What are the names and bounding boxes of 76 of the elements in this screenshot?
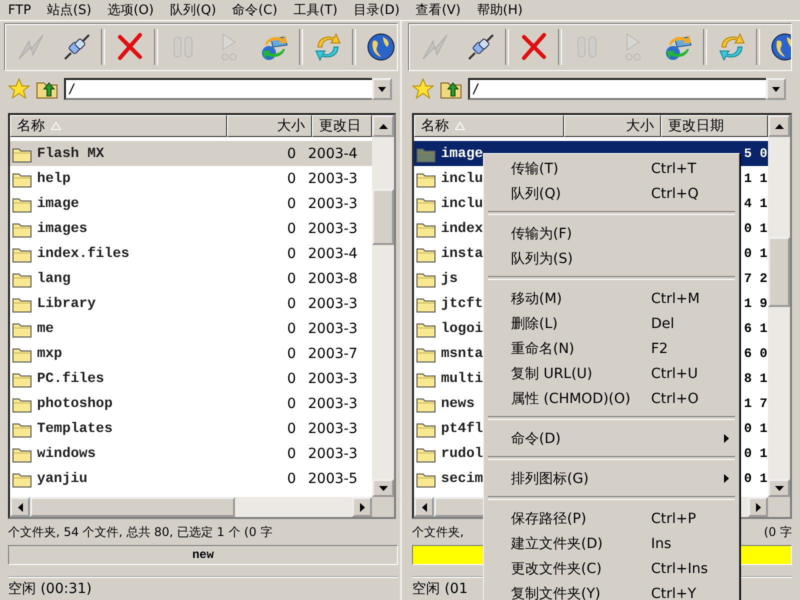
file-name: multi [440,370,484,386]
date-cell: 0 1 [744,471,768,486]
date-cell: 6 0 [744,346,768,361]
date-cell: 6 1 [744,321,768,336]
date-cell-text: 2003-3 [307,196,359,212]
file-name: insta [440,246,484,262]
date-cell-text: 2003-3 [307,296,359,312]
file-name: jtcft [440,296,484,312]
date-cell: 1 1 [744,171,768,186]
date-cell: 0 1 [744,221,768,236]
file-name: rudol [440,446,484,462]
file-name: news [440,396,476,412]
file-name: me [36,320,55,336]
file-name: secim [440,470,484,486]
date-cell-text: 2003-3 [307,420,359,436]
size-cell-text: 0 [286,320,296,336]
size-cell-text: 0 [286,396,296,412]
file-name: windows [36,446,97,462]
date-cell: 7 2 [744,271,768,286]
size-cell-text: 0 [286,420,296,436]
size-cell-text: 0 [286,370,296,386]
date-cell-text: 2003-3 [307,220,359,236]
size-cell-text: 0 [286,220,296,236]
file-name: msnta [440,346,484,362]
status-text: 空闲 (01 [412,580,468,598]
file-name: index [440,220,484,236]
file-name: Templates [36,420,114,436]
file-name: Library [36,296,97,312]
date-cell: 0 1 [744,446,768,461]
date-cell-text: 2003-3 [307,396,359,412]
summary-text: (0 字 [764,524,792,540]
size-cell-text: 0 [286,346,296,362]
date-cell: 1 7 [744,396,768,411]
file-name: js [440,270,459,286]
summary-text: 个文件夹, [412,524,464,540]
file-name: lang [36,270,72,286]
size-cell-text: 0 [286,470,296,486]
summary-text: 个文件夹, 54 个文件, 总共 80, 已选定 1 个 (0 字 [8,524,272,540]
file-name: index.files [36,246,130,262]
file-name: inclu [440,196,484,212]
size-cell-text: 0 [286,170,296,186]
date-cell: 0 1 [744,421,768,436]
file-name: Flash MX [36,146,106,162]
date-cell: 0 1 [744,246,768,261]
size-cell-text: 0 [286,270,296,286]
date-cell-text: 2003-5 [307,470,359,486]
file-name: PC.files [36,370,106,386]
file-name: images [36,220,88,236]
date-cell-text: 2003-7 [307,346,359,362]
file-name: pt4fl [440,420,484,436]
file-name: logoi [440,320,484,336]
date-cell: 5 0 [744,146,768,161]
date-cell-text: 2003-3 [307,446,359,462]
date-cell: 4 1 [744,196,768,211]
date-cell-text: 2003-4 [307,146,359,162]
date-cell-text: 2003-3 [307,320,359,336]
size-cell-text: 0 [286,446,296,462]
file-name: photoshop [36,396,114,412]
date-cell-text: 2003-3 [307,370,359,386]
size-cell-text: 0 [286,246,296,262]
date-cell-text: 2003-4 [307,246,359,262]
size-cell-text: 0 [286,296,296,312]
date-cell: 8 1 [744,371,768,386]
date-cell-text: 2003-8 [307,270,359,286]
file-name: image [440,146,484,162]
file-name: help [36,170,72,186]
size-cell-text: 0 [286,146,296,162]
file-name: mxp [36,346,64,362]
date-cell: 1 9 [744,296,768,311]
date-cell-text: 2003-3 [307,170,359,186]
status-text: 空闲 (00:31) [8,580,92,598]
size-cell-text: 0 [286,196,296,212]
file-name: yanjiu [36,470,88,486]
transfer-bar: new [8,545,398,565]
file-name: image [36,196,80,212]
file-name: inclu [440,170,484,186]
